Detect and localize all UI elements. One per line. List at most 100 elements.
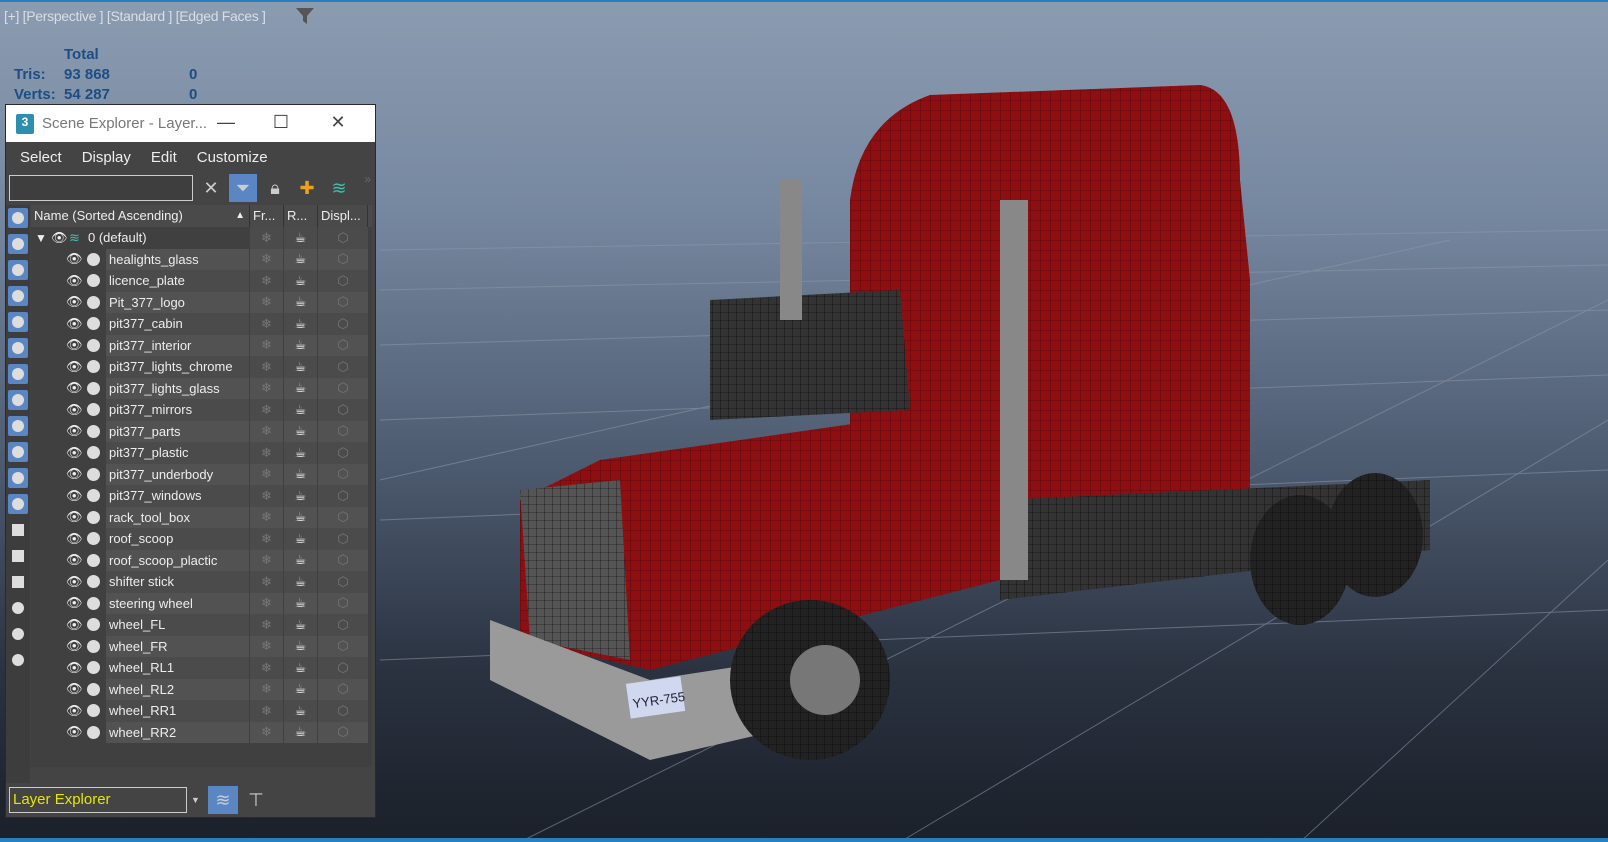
layer-row[interactable]: 👁︎ pit377_parts ❄ ☕︎ ⬡ (31, 420, 372, 442)
frozen-filter-icon[interactable] (8, 468, 28, 488)
render-teapot-icon[interactable]: ☕︎ (284, 377, 317, 399)
menu-customize[interactable]: Customize (197, 149, 268, 166)
freeze-icon[interactable]: ❄ (250, 528, 283, 550)
clear-search-icon[interactable]: ✕ (197, 174, 225, 202)
layer-row[interactable]: 👁︎ wheel_FR ❄ ☕︎ ⬡ (31, 635, 372, 657)
display-box-icon[interactable]: ⬡ (318, 227, 368, 249)
dropdown-arrow-icon[interactable]: ▼ (191, 795, 200, 805)
display-box-icon[interactable]: ⬡ (318, 614, 368, 636)
display-box-icon[interactable]: ⬡ (318, 657, 368, 679)
render-teapot-icon[interactable]: ☕︎ (284, 399, 317, 421)
freeze-icon[interactable]: ❄ (250, 614, 283, 636)
freeze-icon[interactable]: ❄ (250, 248, 283, 270)
layer-dot-icon[interactable] (87, 532, 100, 546)
render-teapot-icon[interactable]: ☕︎ (284, 657, 317, 679)
freeze-icon[interactable]: ❄ (250, 485, 283, 507)
display-box-icon[interactable]: ⬡ (318, 678, 368, 700)
freeze-icon[interactable]: ❄ (250, 356, 283, 378)
layer-row[interactable]: 👁︎ wheel_RR1 ❄ ☕︎ ⬡ (31, 700, 372, 722)
layer-dot-icon[interactable] (87, 510, 100, 524)
menu-display[interactable]: Display (82, 149, 131, 166)
render-teapot-icon[interactable]: ☕︎ (284, 614, 317, 636)
display-box-icon[interactable]: ⬡ (318, 592, 368, 614)
column-frozen[interactable]: Fr... (250, 205, 284, 227)
display-box-icon[interactable]: ⬡ (318, 356, 368, 378)
display-box-icon[interactable]: ⬡ (318, 485, 368, 507)
layer-row[interactable]: 👁︎ pit377_cabin ❄ ☕︎ ⬡ (31, 313, 372, 335)
freeze-icon[interactable]: ❄ (250, 721, 283, 743)
layer-dot-icon[interactable] (87, 360, 100, 374)
freeze-icon[interactable]: ❄ (250, 635, 283, 657)
display-box-icon[interactable]: ⬡ (318, 635, 368, 657)
render-teapot-icon[interactable]: ☕︎ (284, 227, 317, 249)
layer-row[interactable]: 👁︎ pit377_plastic ❄ ☕︎ ⬡ (31, 442, 372, 464)
collapse-arrow-icon[interactable]: ▼ (35, 231, 47, 245)
layer-row[interactable]: 👁︎ wheel_FL ❄ ☕︎ ⬡ (31, 614, 372, 636)
display-box-icon[interactable]: ⬡ (318, 313, 368, 335)
render-teapot-icon[interactable]: ☕︎ (284, 248, 317, 270)
display-box-icon[interactable]: ⬡ (318, 549, 368, 571)
render-teapot-icon[interactable]: ☕︎ (284, 485, 317, 507)
layer-row[interactable]: 👁︎ roof_scoop_plactic ❄ ☕︎ ⬡ (31, 549, 372, 571)
layer-dot-icon[interactable] (87, 618, 100, 632)
hidden-filter-icon[interactable] (8, 494, 28, 514)
render-teapot-icon[interactable]: ☕︎ (284, 721, 317, 743)
freeze-icon[interactable]: ❄ (250, 313, 283, 335)
freeze-icon[interactable]: ❄ (250, 270, 283, 292)
render-teapot-icon[interactable]: ☕︎ (284, 420, 317, 442)
visibility-eye-icon[interactable]: 👁︎ (66, 402, 83, 418)
freeze-icon[interactable]: ❄ (250, 700, 283, 722)
render-teapot-icon[interactable]: ☕︎ (284, 463, 317, 485)
display-box-icon[interactable]: ⬡ (318, 721, 368, 743)
render-teapot-icon[interactable]: ☕︎ (284, 313, 317, 335)
layer-dot-icon[interactable] (87, 575, 100, 589)
maximize-button[interactable]: ☐ (261, 105, 301, 142)
layer-dot-icon[interactable] (87, 553, 100, 567)
column-name[interactable]: Name (Sorted Ascending) ▲ (31, 205, 250, 227)
lock-icon[interactable]: 🔒︎ (261, 174, 289, 202)
visibility-eye-icon[interactable]: 👁︎ (66, 724, 83, 740)
layer-row[interactable]: 👁︎ licence_plate ❄ ☕︎ ⬡ (31, 270, 372, 292)
display-box-icon[interactable]: ⬡ (318, 377, 368, 399)
render-teapot-icon[interactable]: ☕︎ (284, 506, 317, 528)
layer-row-default[interactable]: ▼ 👁︎ ≋ 0 (default) ❄ ☕︎ ⬡ (31, 227, 372, 249)
menu-edit[interactable]: Edit (151, 149, 177, 166)
layer-dot-icon[interactable] (87, 317, 100, 331)
visibility-eye-icon[interactable]: 👁︎ (66, 359, 83, 375)
funnel-icon[interactable] (8, 624, 28, 644)
title-bar[interactable]: 3 Scene Explorer - Layer... — ☐ ✕ (6, 105, 375, 142)
shapes-filter-icon[interactable] (8, 234, 28, 254)
display-box-icon[interactable]: ⬡ (318, 463, 368, 485)
freeze-icon[interactable]: ❄ (250, 657, 283, 679)
layer-dot-icon[interactable] (87, 424, 100, 438)
render-teapot-icon[interactable]: ☕︎ (284, 270, 317, 292)
freeze-icon[interactable]: ❄ (250, 291, 283, 313)
visibility-eye-icon[interactable]: 👁︎ (66, 251, 83, 267)
minimize-button[interactable]: — (206, 105, 246, 142)
layer-dot-icon[interactable] (87, 381, 100, 395)
render-teapot-icon[interactable]: ☕︎ (284, 678, 317, 700)
layer-dot-icon[interactable] (87, 274, 100, 288)
groups-filter-icon[interactable] (8, 364, 28, 384)
render-teapot-icon[interactable]: ☕︎ (284, 291, 317, 313)
display-box-icon[interactable]: ⬡ (318, 442, 368, 464)
spacewarps-filter-icon[interactable] (8, 338, 28, 358)
layer-row[interactable]: 👁︎ pit377_underbody ❄ ☕︎ ⬡ (31, 463, 372, 485)
visibility-eye-icon[interactable]: 👁︎ (66, 294, 83, 310)
close-button[interactable]: ✕ (318, 105, 358, 142)
render-teapot-icon[interactable]: ☕︎ (284, 635, 317, 657)
layer-dot-icon[interactable] (87, 338, 100, 352)
create-layer-icon[interactable]: ✚ (293, 174, 321, 202)
layer-explorer-icon[interactable]: ≋ (207, 786, 238, 814)
visibility-eye-icon[interactable]: 👁︎ (66, 445, 83, 461)
display-box-icon[interactable]: ⬡ (318, 506, 368, 528)
render-teapot-icon[interactable]: ☕︎ (284, 700, 317, 722)
layer-dot-icon[interactable] (87, 403, 100, 417)
viewport-label[interactable]: [+] [Perspective ] [Standard ] [Edged Fa… (4, 8, 266, 24)
containers-filter-icon[interactable] (8, 442, 28, 462)
geometry-filter-icon[interactable] (8, 208, 28, 228)
display-box-icon[interactable]: ⬡ (318, 334, 368, 356)
helpers-filter-icon[interactable] (8, 312, 28, 332)
render-teapot-icon[interactable]: ☕︎ (284, 334, 317, 356)
layer-row[interactable]: 👁︎ healights_glass ❄ ☕︎ ⬡ (31, 248, 372, 270)
